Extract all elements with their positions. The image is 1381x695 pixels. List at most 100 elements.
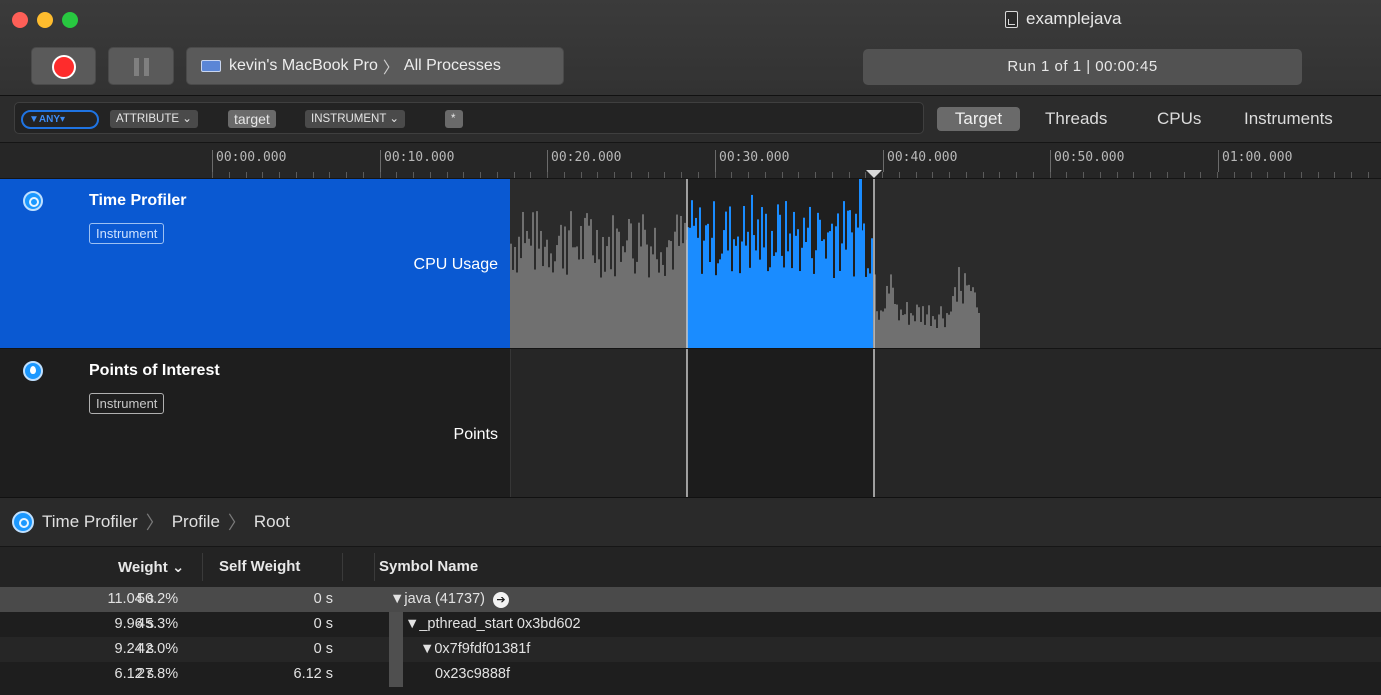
detail-breadcrumb: Time Profiler 〉 Profile 〉 Root	[0, 497, 1381, 547]
cpu-bar	[771, 230, 773, 348]
table-header: Weight ⌄ Self Weight Symbol Name	[0, 547, 1381, 587]
ruler-minor-tick	[329, 172, 330, 178]
ruler-minor-tick	[1217, 172, 1218, 178]
table-row[interactable]: 6.12 s 27.8% 6.12 s 0x23c9888f	[0, 662, 1381, 687]
table-row[interactable]: 11.04 s 50.2% 0 s ▼java (41737) ➔	[0, 587, 1381, 612]
minimize-window-button[interactable]	[37, 12, 53, 28]
column-self-weight[interactable]: Self Weight	[219, 558, 300, 575]
ruler-minor-tick	[648, 172, 649, 178]
cpu-bar	[524, 243, 526, 348]
zoom-window-button[interactable]	[62, 12, 78, 28]
cpu-bar	[731, 271, 733, 348]
target-device-selector[interactable]: kevin's MacBook Pro 〉 All Processes	[186, 47, 564, 85]
cpu-bar	[853, 276, 855, 348]
cpu-bar	[709, 261, 711, 348]
cpu-bar	[851, 232, 853, 348]
cpu-bar	[884, 308, 886, 348]
cpu-bar	[699, 207, 701, 348]
ruler-minor-tick	[949, 172, 950, 178]
ruler-minor-tick	[1284, 172, 1285, 178]
cpu-bar	[793, 211, 795, 348]
tab-cpus[interactable]: CPUs	[1157, 107, 1201, 131]
ruler-minor-tick	[966, 172, 967, 178]
cpu-bar	[608, 236, 610, 348]
self-weight-value: 0 s	[313, 591, 333, 607]
ruler-minor-tick	[999, 172, 1000, 178]
ruler-minor-tick	[1234, 172, 1235, 178]
close-window-button[interactable]	[12, 12, 28, 28]
column-divider[interactable]	[374, 553, 375, 581]
ruler-minor-tick	[916, 172, 917, 178]
filter-target-value[interactable]: target	[228, 110, 276, 128]
cpu-bar	[528, 238, 530, 348]
ruler-minor-tick	[346, 172, 347, 178]
cpu-bar	[652, 254, 654, 348]
cpu-bar	[574, 247, 576, 348]
cpu-bar	[600, 277, 602, 348]
tab-threads[interactable]: Threads	[1045, 107, 1107, 131]
column-weight[interactable]: Weight ⌄	[118, 558, 184, 576]
points-graph[interactable]	[510, 348, 1381, 498]
cpu-bar	[532, 212, 534, 348]
cpu-bar	[586, 213, 588, 348]
cpu-bar	[552, 272, 554, 348]
record-button[interactable]	[31, 47, 96, 85]
filter-any-token[interactable]: ▼ANY▾	[21, 110, 99, 129]
weight-percent: 50.2%	[137, 591, 179, 607]
cpu-bar	[580, 225, 582, 348]
pause-button[interactable]	[108, 47, 174, 85]
ruler-minor-tick	[1100, 172, 1101, 178]
track-time-profiler[interactable]: Time Profiler Instrument CPU Usage	[0, 179, 510, 348]
self-weight-value: 0 s	[313, 641, 333, 657]
ruler-minor-tick	[313, 172, 314, 178]
record-icon	[52, 55, 76, 79]
tab-instruments[interactable]: Instruments	[1244, 107, 1333, 131]
filter-input[interactable]: ▼ANY▾ ATTRIBUTE ⌄ target INSTRUMENT ⌄ *	[14, 102, 924, 134]
cpu-bar	[678, 245, 680, 348]
symbol-text: ▼_pthread_start 0x3bd602	[405, 616, 581, 632]
tab-target[interactable]: Target	[937, 107, 1020, 131]
call-tree-table: 11.04 s 50.2% 0 s ▼java (41737) ➔ 9.96 s 45.3%…	[0, 587, 1381, 687]
document-title-text: examplejava	[1026, 9, 1122, 28]
filter-instrument-token[interactable]: INSTRUMENT ⌄	[305, 110, 406, 128]
cpu-bar	[904, 314, 906, 348]
ruler-minor-tick	[798, 172, 799, 178]
document-icon	[1005, 10, 1018, 28]
cpu-bar	[942, 318, 944, 348]
pause-icon	[134, 58, 139, 76]
cpu-usage-graph[interactable]	[510, 179, 1381, 348]
cpu-bar	[520, 258, 522, 348]
cpu-bar	[602, 236, 604, 348]
cpu-bar	[799, 271, 801, 348]
cpu-bar	[896, 304, 898, 348]
breadcrumb-item[interactable]: Root	[254, 512, 290, 532]
cpu-bar	[900, 309, 902, 348]
column-symbol-name[interactable]: Symbol Name	[379, 558, 478, 575]
cpu-bar	[763, 247, 765, 348]
cpu-bar	[930, 325, 932, 348]
ruler-minor-tick	[1251, 172, 1252, 178]
run-status[interactable]: Run 1 of 1 | 00:00:45	[863, 49, 1302, 85]
column-divider[interactable]	[342, 553, 343, 581]
go-to-arrow-icon[interactable]: ➔	[492, 592, 509, 608]
ruler-minor-tick	[932, 172, 933, 178]
timeline-ruler[interactable]: 00:00.000 00:10.000 00:20.000 00:30.000 …	[0, 143, 1381, 179]
breadcrumb-item[interactable]: Profile	[172, 512, 220, 532]
cpu-bar	[737, 236, 739, 348]
cpu-bar	[554, 261, 556, 348]
self-weight-value: 0 s	[313, 616, 333, 632]
cpu-bar	[964, 273, 966, 348]
filter-wildcard-token[interactable]: *	[445, 110, 463, 128]
track-points-of-interest[interactable]: Points of Interest Instrument Points	[0, 348, 510, 497]
ruler-minor-tick	[983, 172, 984, 178]
table-row[interactable]: 9.24 s 42.0% 0 s ▼0x7f9fdf01381f	[0, 637, 1381, 662]
cpu-bar	[765, 213, 767, 348]
filter-attribute-token[interactable]: ATTRIBUTE ⌄	[110, 110, 198, 128]
ruler-minor-tick	[1184, 172, 1185, 178]
ruler-minor-tick	[564, 172, 565, 178]
ruler-minor-tick	[262, 172, 263, 178]
breadcrumb-item[interactable]: Time Profiler	[42, 512, 138, 532]
table-row[interactable]: 9.96 s 45.3% 0 s ▼_pthread_start 0x3bd602	[0, 612, 1381, 637]
cpu-bar	[592, 255, 594, 348]
column-divider[interactable]	[202, 553, 203, 581]
